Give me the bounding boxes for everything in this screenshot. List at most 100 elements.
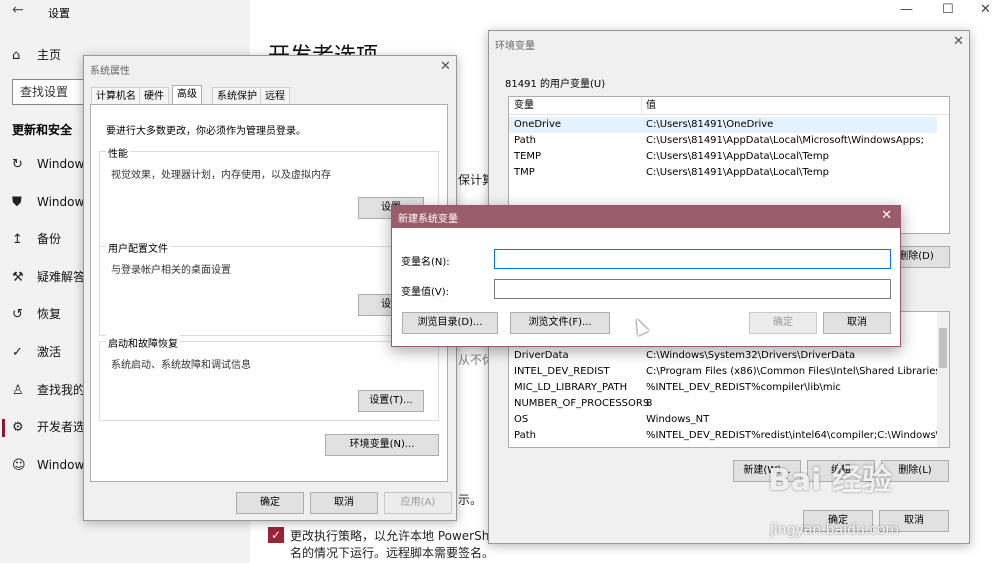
refresh-icon: ↻ — [12, 157, 23, 172]
powershell-checkbox[interactable]: ✓ — [268, 527, 284, 543]
text-fragment: 示。 — [458, 493, 483, 507]
var-value: C:\Users\81491\AppData\Local\Temp — [646, 167, 829, 178]
group-desc: 与登录帐户相关的桌面设置 — [111, 265, 231, 276]
minimize-icon[interactable]: — — [900, 2, 913, 17]
var-value: %INTEL_DEV_REDIST%compiler\lib\mic — [646, 382, 841, 393]
settings-title: 设置 — [48, 7, 70, 20]
var-name-input[interactable] — [494, 249, 891, 269]
tools-icon: ⚙ — [12, 420, 24, 435]
shield-icon: ⛊ — [12, 195, 22, 210]
cat-icon: ☺ — [12, 458, 26, 473]
table-row[interactable]: TEMP C:\Users\81491\AppData\Local\Temp — [509, 149, 949, 165]
admin-note: 要进行大多数更改，你必须作为管理员登录。 — [106, 126, 306, 137]
startup-recovery-group: 启动和故障恢复 系统启动、系统故障和调试信息 设置(T)... — [99, 335, 439, 421]
close-icon[interactable]: ✕ — [980, 2, 991, 17]
backup-icon: ↥ — [12, 232, 23, 247]
home-icon: ⌂ — [12, 48, 21, 63]
var-name-label: 变量名(N): — [401, 257, 450, 268]
scrollbar-thumb[interactable] — [939, 328, 947, 368]
table-row[interactable]: TMP C:\Users\81491\AppData\Local\Temp — [509, 165, 949, 181]
nav-item-label: 备份 — [37, 232, 62, 246]
nav-item-label: 疑难解答 — [37, 270, 86, 284]
var-name: OneDrive — [514, 119, 562, 130]
tab-computer-name[interactable]: 计算机名 — [91, 87, 141, 105]
table-row[interactable]: Path C:\Users\81491\AppData\Local\Microso… — [509, 133, 949, 149]
var-value: C:\Users\81491\OneDrive — [646, 119, 774, 130]
group-desc: 视觉效果，处理器计划，内存使用，以及虚拟内存 — [111, 170, 331, 181]
var-name: OS — [514, 414, 529, 425]
col-header-value[interactable]: 值 — [646, 97, 656, 115]
var-value: 8 — [646, 398, 653, 409]
nav-section-title: 更新和安全 — [12, 123, 73, 137]
back-arrow-icon[interactable]: ← — [12, 2, 24, 18]
startup-settings-button[interactable]: 设置(T)... — [358, 390, 424, 412]
nav-item-label: 开发者选 — [37, 420, 86, 434]
var-value: Windows_NT — [646, 414, 710, 425]
person-icon: ♙ — [12, 383, 24, 398]
table-row[interactable]: MIC_LD_LIBRARY_PATH %INTEL_DEV_REDIST%com… — [509, 380, 937, 396]
wrench-icon: ⚒ — [12, 270, 24, 285]
search-placeholder: 查找设置 — [20, 85, 69, 99]
tab-advanced[interactable]: 高级 — [172, 85, 202, 105]
var-name: Path — [514, 430, 536, 441]
group-label: 用户配置文件 — [106, 240, 170, 255]
check-circle-icon: ✓ — [12, 345, 23, 360]
table-row[interactable]: INTEL_DEV_REDIST C:\Program Files (x86)\C… — [509, 364, 944, 380]
nav-item-label: 查找我的 — [37, 383, 86, 397]
var-name: Path — [514, 135, 536, 146]
table-row[interactable]: NUMBER_OF_PROCESSORS 8 — [509, 396, 937, 412]
close-icon[interactable]: ✕ — [440, 59, 451, 74]
table-row[interactable]: Path %INTEL_DEV_REDIST%redist\intel64\com… — [509, 428, 949, 444]
col-divider — [641, 97, 642, 115]
performance-group: 性能 视觉效果，处理器计划，内存使用，以及虚拟内存 设置 — [99, 145, 439, 247]
sysprop-cancel-button[interactable]: 取消 — [310, 492, 378, 514]
browse-file-button[interactable]: 浏览文件(F)... — [510, 312, 610, 334]
var-name: NUMBER_OF_PROCESSORS — [514, 398, 650, 409]
table-row[interactable]: OS Windows_NT — [509, 412, 937, 428]
nav-item-label: 激活 — [37, 345, 62, 359]
dialog-titlebar: 新建系统变量 ✕ — [392, 206, 900, 228]
scrollbar[interactable] — [937, 312, 949, 447]
user-vars-label: 81491 的用户变量(U) — [505, 79, 606, 90]
var-value: C:\Program Files (x86)\Common Files\Inte… — [646, 366, 945, 377]
dialog-title: 新建系统变量 — [398, 214, 458, 225]
var-value-label: 变量值(V): — [401, 287, 450, 298]
var-name: INTEL_DEV_REDIST — [514, 366, 610, 377]
newvar-cancel-button[interactable]: 取消 — [823, 312, 891, 334]
sysprop-ok-button[interactable]: 确定 — [236, 492, 304, 514]
var-value: C:\Users\81491\AppData\Local\Microsoft\W… — [646, 135, 924, 146]
group-label: 启动和故障恢复 — [106, 335, 180, 350]
var-name: TEMP — [514, 151, 542, 162]
var-value: C:\Windows\System32\Drivers\DriverData — [646, 350, 856, 361]
table-row[interactable]: DriverData C:\Windows\System32\Drivers\Dr… — [509, 348, 937, 364]
tab-remote[interactable]: 远程 — [260, 87, 290, 105]
close-icon[interactable]: ✕ — [953, 34, 964, 49]
list-header: 变量 值 — [509, 97, 949, 115]
close-icon[interactable]: ✕ — [881, 208, 892, 223]
tab-system-protection[interactable]: 系统保护 — [212, 87, 262, 105]
maximize-icon[interactable]: ☐ — [942, 2, 954, 17]
tab-hardware[interactable]: 硬件 — [139, 87, 169, 105]
var-name: TMP — [514, 167, 535, 178]
nav-item-label: 恢复 — [37, 307, 62, 321]
var-name: MIC_LD_LIBRARY_PATH — [514, 382, 628, 393]
var-name: DriverData — [514, 350, 569, 361]
var-value: C:\Users\81491\AppData\Local\Temp — [646, 151, 829, 162]
newvar-ok-button[interactable]: 确定 — [749, 312, 817, 334]
group-desc: 系统启动、系统故障和调试信息 — [111, 360, 251, 371]
var-value-input[interactable] — [494, 279, 891, 299]
table-row[interactable]: OneDrive C:\Users\81491\OneDrive — [509, 117, 937, 133]
var-value: %INTEL_DEV_REDIST%redist\intel64\compile… — [646, 430, 950, 441]
powershell-text: 更改执行策略，以允许本地 PowerShel — [290, 529, 501, 543]
dialog-title: 环境变量 — [495, 41, 535, 52]
recovery-icon: ↺ — [12, 307, 23, 322]
dialog-title: 系统属性 — [90, 66, 130, 77]
col-header-var[interactable]: 变量 — [514, 97, 534, 115]
browse-directory-button[interactable]: 浏览目录(D)... — [402, 312, 498, 334]
nav-active-indicator — [2, 419, 5, 437]
env-vars-button[interactable]: 环境变量(N)... — [325, 434, 439, 456]
watermark-logo: Bai 经验 — [768, 463, 892, 498]
watermark-url: jingyan.baidu.com — [770, 522, 900, 538]
group-label: 性能 — [106, 145, 130, 160]
sysprop-apply-button[interactable]: 应用(A) — [384, 492, 452, 514]
